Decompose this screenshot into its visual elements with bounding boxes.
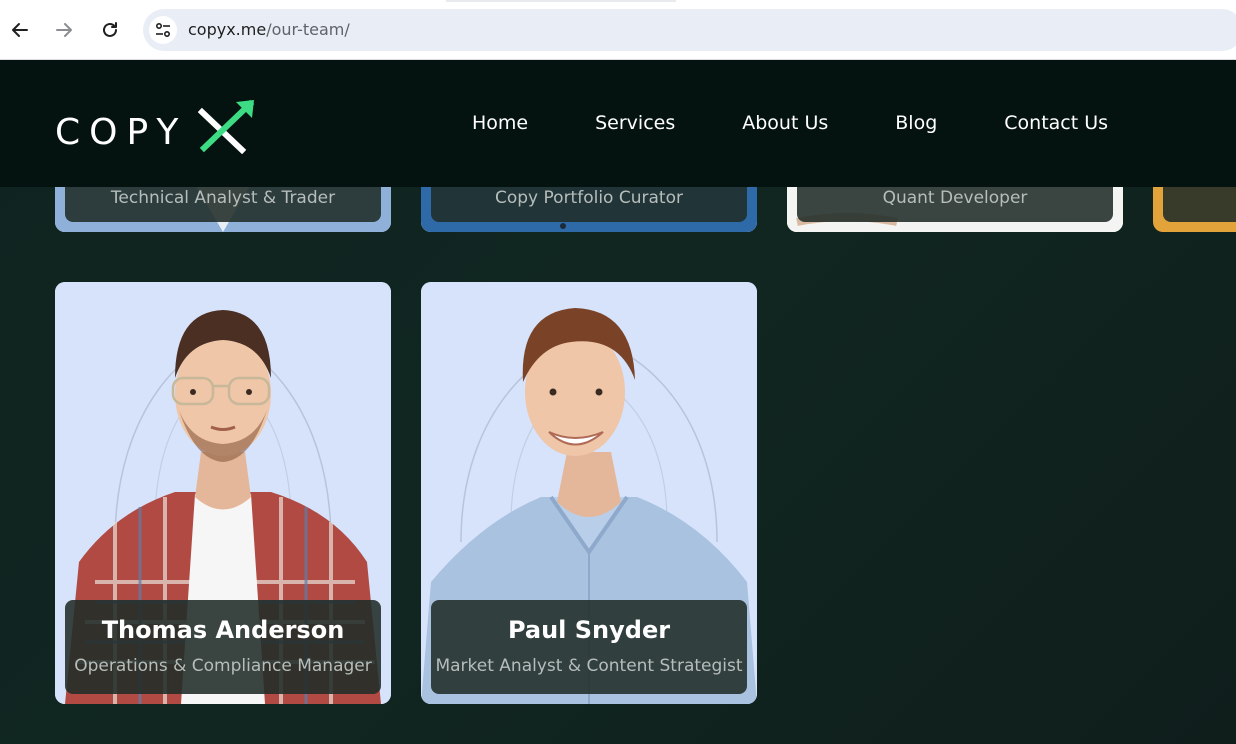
nav-home[interactable]: Home (472, 112, 528, 142)
member-name: Paul Snyder (507, 616, 671, 644)
site-header: COPY Home Services About Us Blog Contact… (0, 60, 1236, 187)
tab-strip (0, 0, 446, 2)
address-bar[interactable]: copyx.me/our-team/ (143, 9, 1236, 51)
member-caption: Thomas Anderson Operations & Compliance … (65, 600, 381, 694)
tune-icon (155, 22, 171, 38)
page-content: Technical Analyst & Trader Copy Portfoli… (0, 60, 1236, 744)
nav-services[interactable]: Services (595, 112, 675, 142)
arrow-left-icon (12, 23, 28, 37)
browser-toolbar: copyx.me/our-team/ (0, 0, 1236, 60)
nav-blog[interactable]: Blog (895, 112, 937, 142)
url-domain: copyx.me (188, 20, 267, 39)
site-info-button[interactable] (149, 16, 177, 44)
nav-about-us[interactable]: About Us (742, 112, 828, 142)
arrow-right-icon (56, 23, 72, 37)
url-text[interactable]: copyx.me/our-team/ (188, 20, 350, 39)
tab-strip (446, 0, 676, 2)
back-button[interactable] (5, 15, 35, 45)
member-role: Quant Developer (882, 188, 1028, 208)
team-card[interactable]: Paul Snyder Market Analyst & Content Str… (421, 282, 757, 704)
logo-x-arrow-icon (198, 99, 255, 154)
reload-icon (103, 22, 117, 37)
copyx-logo[interactable]: COPY (55, 98, 265, 154)
member-role: Operations & Compliance Manager (74, 656, 372, 676)
member-caption: Paul Snyder Market Analyst & Content Str… (431, 600, 747, 694)
forward-button[interactable] (49, 15, 79, 45)
main-navigation: Home Services About Us Blog Contact Us (472, 112, 1108, 142)
member-name: Thomas Anderson (101, 616, 345, 644)
url-path: /our-team/ (266, 20, 350, 39)
member-role: Copy Portfolio Curator (495, 188, 683, 208)
reload-button[interactable] (95, 15, 125, 45)
member-role: Market Analyst & Content Strategist (435, 656, 743, 676)
member-role: Technical Analyst & Trader (110, 188, 336, 208)
logo-wordmark: COPY (55, 112, 188, 153)
team-card[interactable]: Thomas Anderson Operations & Compliance … (55, 282, 391, 704)
nav-contact-us[interactable]: Contact Us (1004, 112, 1108, 142)
